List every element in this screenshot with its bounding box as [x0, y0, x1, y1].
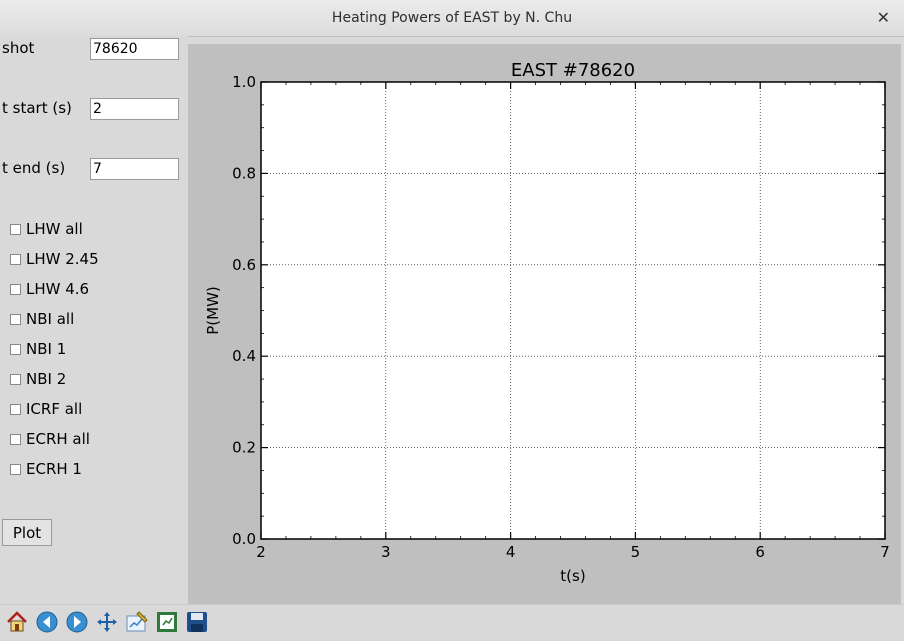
checkbox-nbi-all[interactable]: NBI all	[10, 310, 74, 328]
checkbox-lhw-2-45[interactable]: LHW 2.45	[10, 250, 99, 268]
checkbox-ecrh-all[interactable]: ECRH all	[10, 430, 90, 448]
navigation-toolbar	[0, 604, 904, 641]
shot-label: shot	[2, 39, 35, 57]
checkbox-label: ECRH 1	[26, 460, 82, 478]
checkbox-box[interactable]	[10, 253, 21, 265]
chart: 2 3 4 5 6 7 0.0 0.2 0.4 0.6 0.8 1.0 EAST #78620 t(s…	[204, 60, 890, 585]
checkbox-label: ECRH all	[26, 430, 90, 448]
checkbox-box[interactable]	[10, 433, 21, 445]
checkbox-nbi-2[interactable]: NBI 2	[10, 370, 66, 388]
y-tick-label: 0.0	[232, 530, 256, 548]
window-title: Heating Powers of EAST by N. Chu	[331, 10, 573, 26]
checkbox-box[interactable]	[10, 283, 21, 295]
checkbox-label: NBI all	[26, 310, 75, 328]
checkbox-ecrh-1[interactable]: ECRH 1	[10, 460, 82, 478]
t-start-input[interactable]	[90, 98, 179, 120]
checkbox-nbi-1[interactable]: NBI 1	[10, 340, 66, 358]
title-bar: Heating Powers of EAST by N. Chu ✕	[0, 0, 904, 37]
checkbox-box[interactable]	[10, 343, 21, 355]
checkbox-box[interactable]	[10, 223, 21, 235]
zoom-icon[interactable]	[154, 609, 180, 635]
checkbox-label: NBI 2	[26, 370, 67, 388]
shot-input[interactable]	[90, 38, 179, 60]
back-arrow-icon[interactable]	[34, 609, 60, 635]
checkbox-lhw-all[interactable]: LHW all	[10, 220, 83, 238]
x-tick-label: 2	[256, 543, 266, 561]
y-tick-label: 0.4	[232, 347, 256, 365]
checkbox-box[interactable]	[10, 313, 21, 325]
close-icon[interactable]: ✕	[877, 8, 890, 27]
y-tick-label: 0.6	[232, 256, 256, 274]
x-tick-label: 6	[755, 543, 765, 561]
checkbox-box[interactable]	[10, 403, 21, 415]
y-tick-label: 0.8	[232, 164, 256, 182]
forward-arrow-icon[interactable]	[64, 609, 90, 635]
save-icon[interactable]	[184, 609, 210, 635]
checkbox-box[interactable]	[10, 463, 21, 475]
x-axis-label: t(s)	[560, 567, 585, 585]
checkbox-label: ICRF all	[26, 400, 83, 418]
checkbox-label: NBI 1	[26, 340, 67, 358]
t-start-label: t start (s)	[2, 99, 72, 117]
checkbox-lhw-4-6[interactable]: LHW 4.6	[10, 280, 89, 298]
control-panel: shot t start (s) t end (s) LHW all LHW 2…	[0, 36, 188, 604]
figure-canvas: 2 3 4 5 6 7 0.0 0.2 0.4 0.6 0.8 1.0 EAST #78620 t(s…	[188, 44, 901, 604]
checkbox-label: LHW 4.6	[26, 280, 90, 298]
checkbox-label: LHW 2.45	[26, 250, 99, 268]
x-tick-label: 3	[381, 543, 391, 561]
x-tick-label: 7	[880, 543, 890, 561]
plot-button[interactable]: Plot	[2, 519, 52, 546]
configure-subplots-icon[interactable]	[124, 609, 150, 635]
y-tick-label: 0.2	[232, 439, 256, 457]
x-tick-label: 4	[506, 543, 516, 561]
x-tick-label: 5	[631, 543, 641, 561]
plot-area	[260, 81, 886, 540]
checkbox-icrf-all[interactable]: ICRF all	[10, 400, 82, 418]
chart-title: EAST #78620	[511, 60, 635, 81]
y-tick-label: 1.0	[232, 73, 256, 91]
y-axis-label: P(MW)	[204, 286, 222, 335]
pan-icon[interactable]	[94, 609, 120, 635]
t-end-label: t end (s)	[2, 159, 66, 177]
t-end-input[interactable]	[90, 158, 179, 180]
checkbox-label: LHW all	[26, 220, 83, 238]
home-icon[interactable]	[4, 609, 30, 635]
checkbox-box[interactable]	[10, 373, 21, 385]
